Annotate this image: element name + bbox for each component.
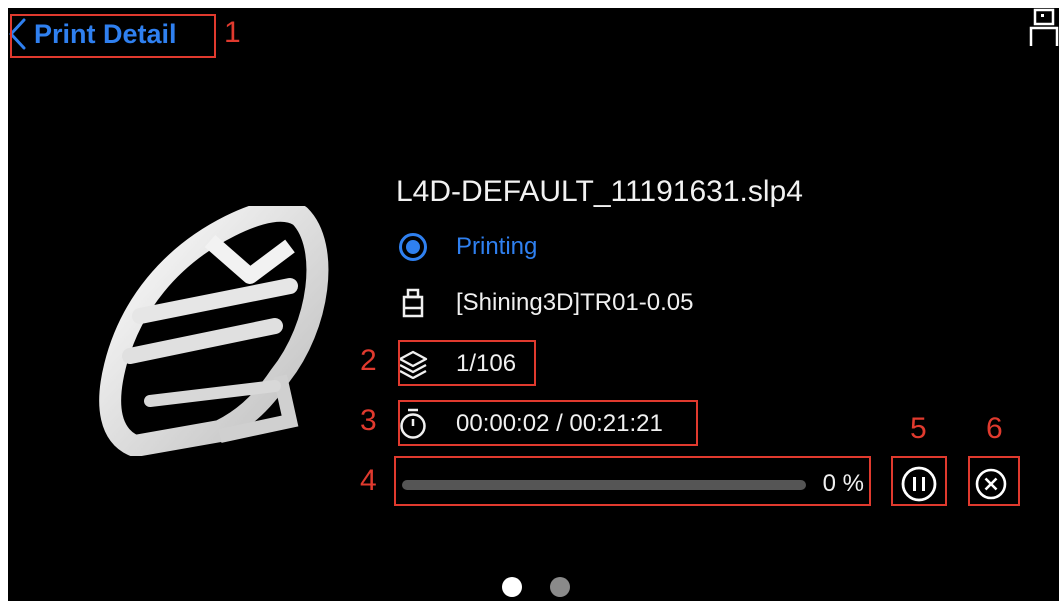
annotation-number-5: 5: [910, 412, 927, 445]
radio-status-icon: [396, 230, 430, 264]
file-name: L4D-DEFAULT_11191631.slp4: [396, 175, 803, 208]
annotation-box-2: [398, 340, 536, 386]
printer-icon: [1029, 8, 1059, 51]
annotation-number-3: 3: [360, 404, 377, 437]
status-row: Printing: [396, 230, 537, 264]
resin-bottle-icon: [396, 286, 430, 320]
annotation-number-6: 6: [986, 412, 1003, 445]
page-dot-inactive[interactable]: [550, 577, 570, 597]
page-dot-active[interactable]: [502, 577, 522, 597]
status-label: Printing: [456, 233, 538, 260]
annotation-number-2: 2: [360, 344, 377, 377]
print-detail-screen: Print Detail L4D-DEFAULT_11191631.slp4 P…: [8, 8, 1059, 601]
resin-row: [Shining3D]TR01-0.05: [396, 286, 693, 320]
annotation-box-4: [394, 456, 871, 506]
annotation-number-4: 4: [360, 464, 377, 497]
annotation-number-1: 1: [224, 16, 241, 49]
annotation-box-1: [10, 14, 216, 58]
annotation-box-3: [398, 400, 698, 446]
model-preview: [90, 199, 340, 461]
annotation-box-6: [968, 456, 1020, 506]
annotation-box-5: [891, 456, 947, 506]
resin-label: [Shining3D]TR01-0.05: [456, 289, 694, 316]
